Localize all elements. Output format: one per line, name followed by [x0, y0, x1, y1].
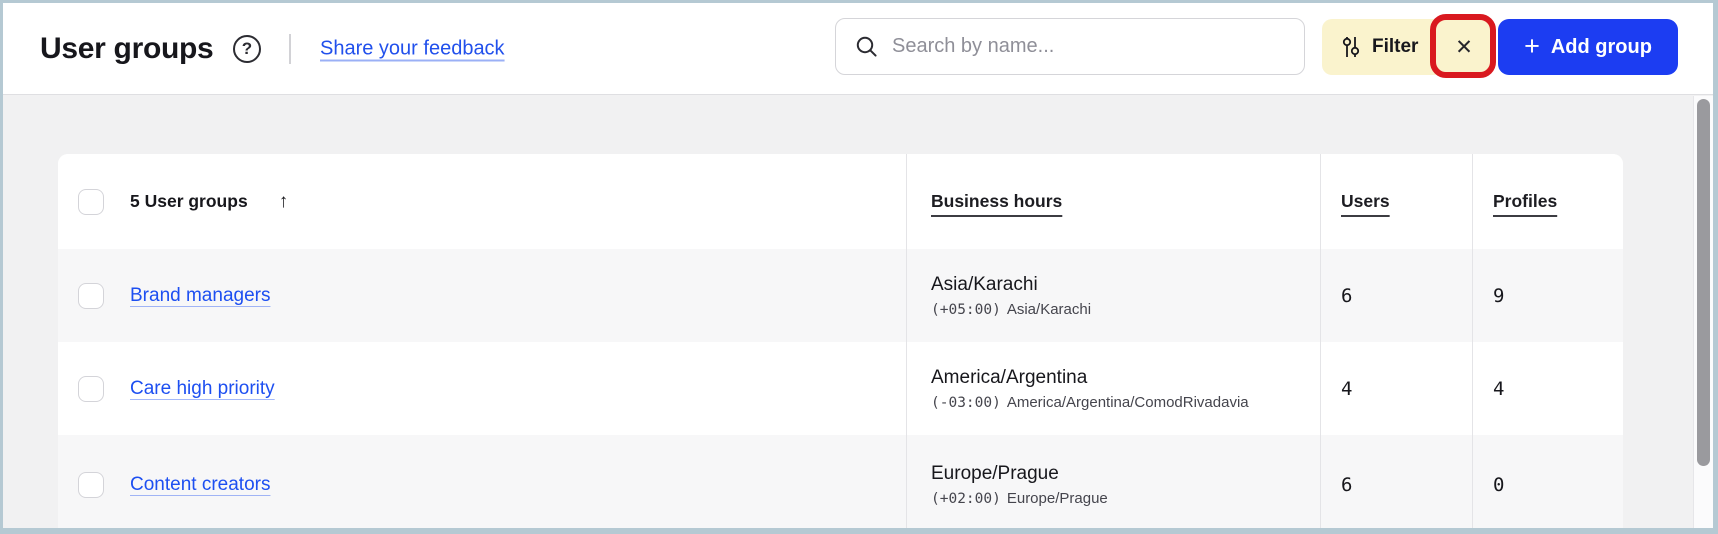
plus-icon: +	[1524, 33, 1540, 60]
column-header-profiles[interactable]: Profiles	[1493, 191, 1557, 212]
scrollbar-thumb[interactable]	[1697, 99, 1710, 466]
timezone-name: Asia/Karachi	[931, 274, 1038, 296]
page-header: User groups ? Share your feedback	[3, 3, 1713, 95]
row-checkbox[interactable]	[78, 472, 104, 498]
search-input[interactable]	[892, 35, 1288, 58]
users-count-cell: 6	[1320, 435, 1472, 534]
sliders-icon	[1340, 35, 1362, 59]
group-name-link[interactable]: Content creators	[130, 474, 270, 496]
timezone-full: Asia/Karachi	[1007, 301, 1091, 318]
feedback-link[interactable]: Share your feedback	[320, 37, 505, 60]
timezone-full: Europe/Prague	[1007, 490, 1108, 507]
content-area: 5 User groups ↑ Business hours Users Pro…	[3, 96, 1713, 528]
header-divider	[289, 34, 291, 64]
group-name-link[interactable]: Care high priority	[130, 378, 275, 400]
table-count-label: 5 User groups	[130, 191, 248, 212]
filter-button[interactable]: Filter ✕	[1322, 19, 1492, 75]
user-groups-table: 5 User groups ↑ Business hours Users Pro…	[58, 154, 1623, 534]
add-group-button-label: Add group	[1551, 36, 1652, 59]
profiles-count-cell: 9	[1472, 249, 1623, 342]
select-all-checkbox[interactable]	[78, 189, 104, 215]
row-checkbox[interactable]	[78, 376, 104, 402]
table-row: Care high priority	[58, 342, 906, 435]
app-window: User groups ? Share your feedback	[0, 0, 1718, 534]
group-name-link[interactable]: Brand managers	[130, 285, 270, 307]
users-count-cell: 6	[1320, 249, 1472, 342]
scrollbar-track[interactable]	[1693, 96, 1713, 528]
business-hours-cell: America/Argentina (-03:00) America/Argen…	[906, 342, 1320, 435]
users-count-cell: 4	[1320, 342, 1472, 435]
business-hours-cell: Asia/Karachi (+05:00) Asia/Karachi	[906, 249, 1320, 342]
table-row: Brand managers	[58, 249, 906, 342]
profiles-count-cell: 0	[1472, 435, 1623, 534]
search-box[interactable]	[835, 18, 1305, 75]
column-header-users[interactable]: Users	[1341, 191, 1390, 212]
table-row: Content creators	[58, 435, 906, 534]
profiles-count-cell: 4	[1472, 342, 1623, 435]
timezone-full: America/Argentina/ComodRivadavia	[1007, 394, 1249, 411]
search-icon	[854, 34, 880, 60]
timezone-offset: (+02:00)	[931, 491, 1001, 507]
timezone-name: Europe/Prague	[931, 463, 1059, 485]
business-hours-cell: Europe/Prague (+02:00) Europe/Prague	[906, 435, 1320, 534]
table-header-row: 5 User groups ↑	[58, 154, 906, 249]
arrow-up-icon[interactable]: ↑	[279, 191, 289, 213]
column-header-business-hours[interactable]: Business hours	[931, 191, 1062, 212]
page-title: User groups	[40, 32, 213, 66]
help-icon[interactable]: ?	[233, 35, 261, 63]
timezone-name: America/Argentina	[931, 367, 1087, 389]
filter-button-label: Filter	[1372, 36, 1418, 58]
timezone-offset: (+05:00)	[931, 302, 1001, 318]
add-group-button[interactable]: + Add group	[1498, 19, 1678, 75]
row-checkbox[interactable]	[78, 283, 104, 309]
close-icon[interactable]: ✕	[1436, 19, 1492, 75]
timezone-offset: (-03:00)	[931, 395, 1001, 411]
